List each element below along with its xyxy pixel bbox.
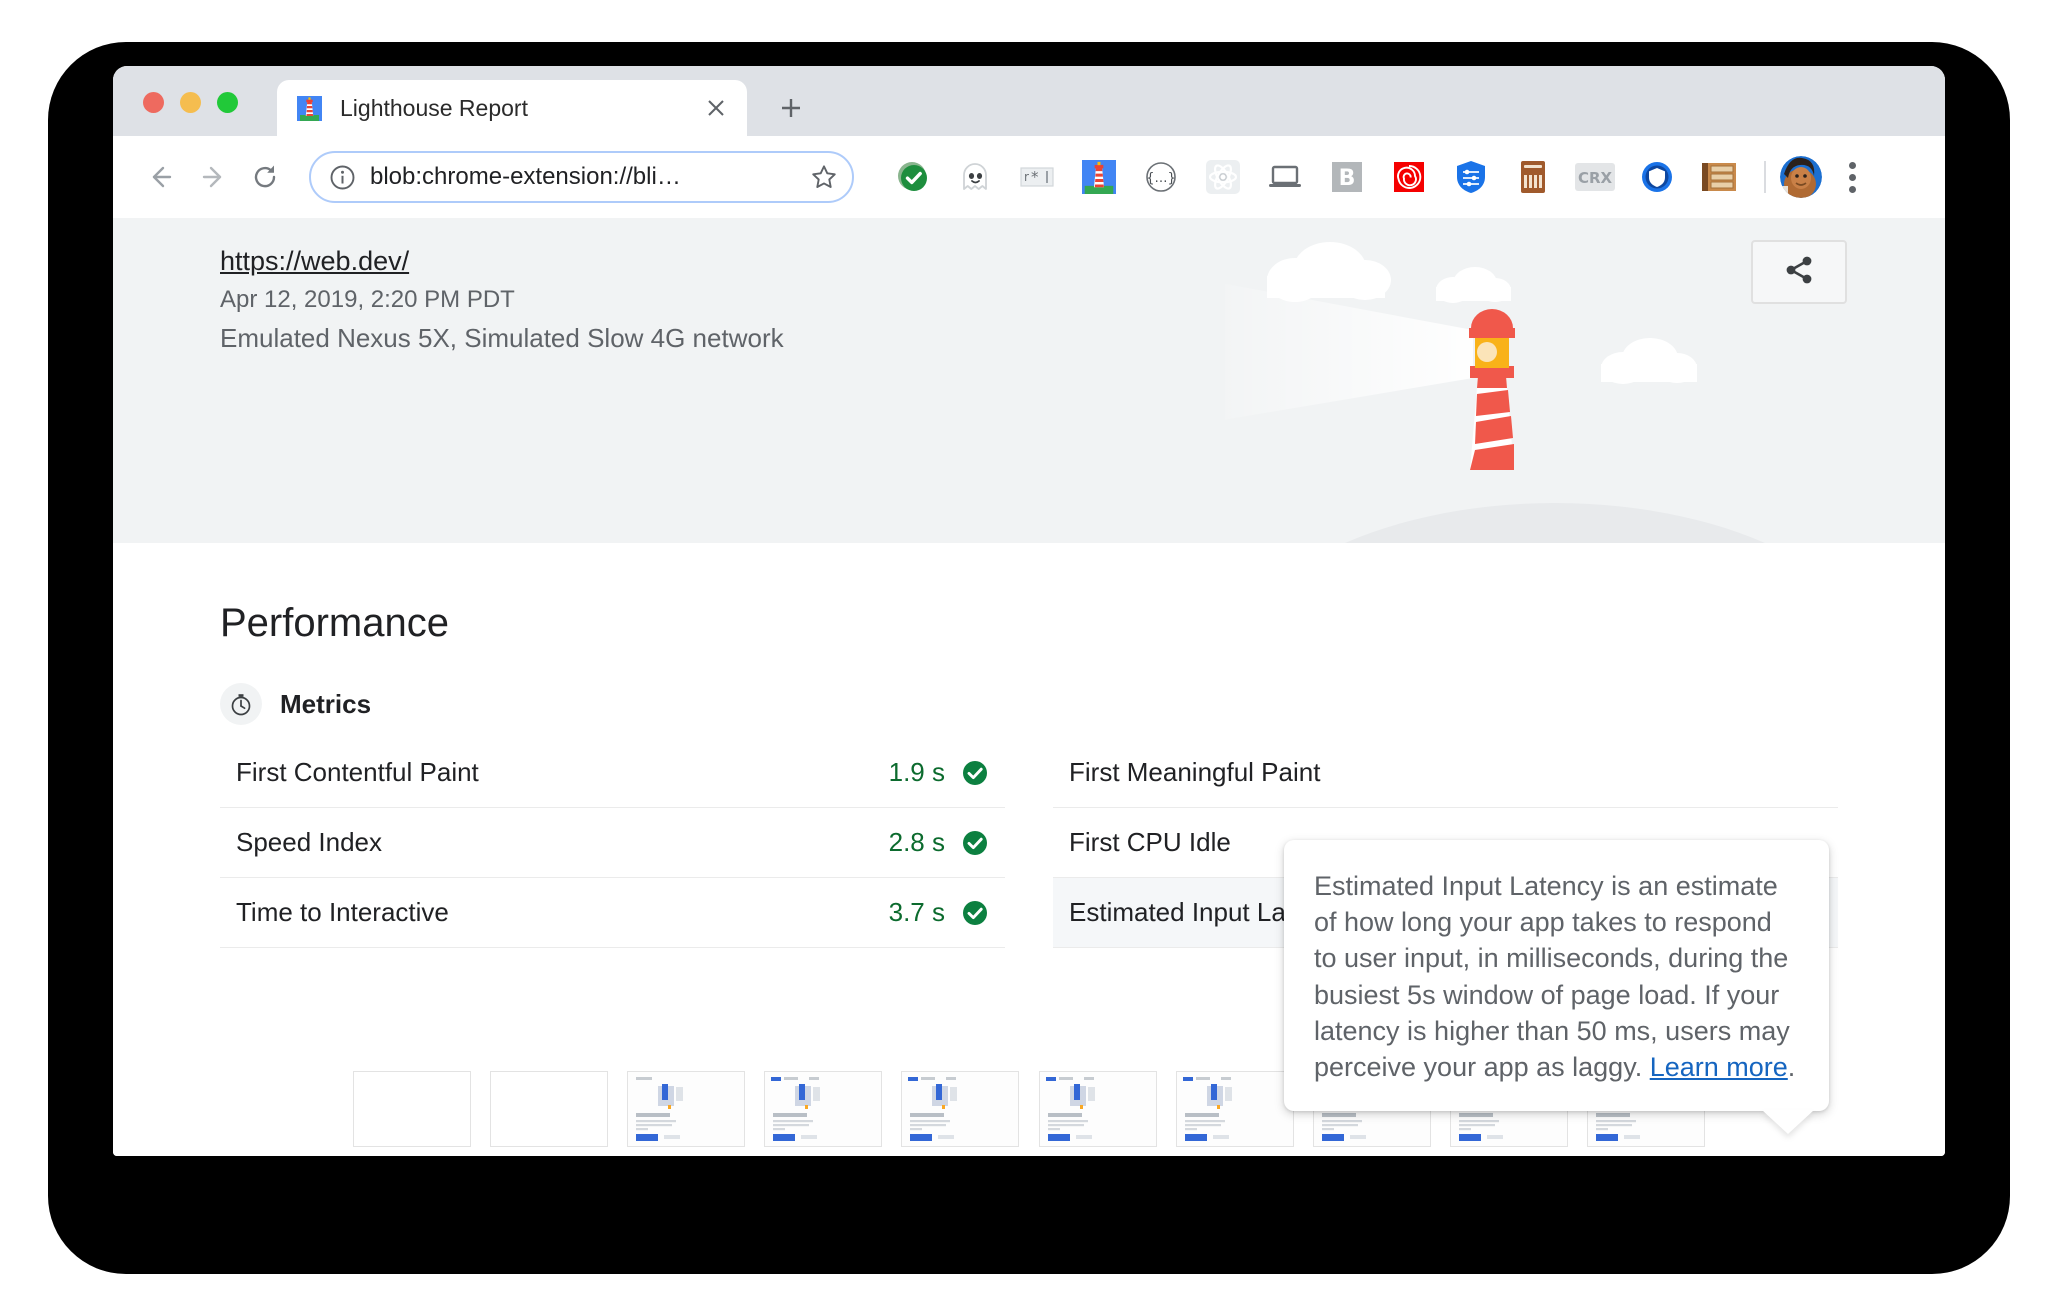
metrics-label: Metrics: [280, 688, 372, 719]
filmstrip-thumbnail[interactable]: [627, 1071, 746, 1147]
browser-toolbar: blob:chrome-extension://bli… r * {…} B C…: [113, 136, 1945, 218]
json-viewer-icon[interactable]: {…}: [1130, 151, 1192, 203]
pass-check-icon: [961, 759, 989, 787]
metric-label: Time to Interactive: [236, 897, 449, 927]
metric-label: Speed Index: [236, 827, 383, 857]
screencast-laptop-icon[interactable]: [1254, 151, 1316, 203]
password-field-icon[interactable]: r *: [1006, 151, 1068, 203]
metric-value: 2.8 s: [888, 827, 945, 857]
metrics-column-left: First Contentful Paint 1.9 s Speed Index…: [220, 738, 1005, 948]
star-icon[interactable]: [810, 163, 838, 191]
close-icon[interactable]: [703, 95, 729, 121]
back-button[interactable]: [135, 151, 187, 203]
report-body: Performance Metrics First Contentful Pai…: [113, 543, 1945, 1147]
report-environment: Emulated Nexus 5X, Simulated Slow 4G net…: [220, 323, 784, 353]
tab-strip: Lighthouse Report: [113, 66, 1945, 136]
share-button[interactable]: [1751, 240, 1847, 304]
lighthouse-extension-icon[interactable]: [1068, 151, 1130, 203]
report-meta: https://web.dev/ Apr 12, 2019, 2:20 PM P…: [220, 246, 784, 354]
metric-label: First Meaningful Paint: [1069, 757, 1321, 787]
metrics-heading: Metrics: [220, 683, 371, 725]
window-traffic-lights: [143, 92, 238, 113]
url-text[interactable]: blob:chrome-extension://bli…: [370, 163, 802, 191]
react-devtools-icon[interactable]: [1192, 151, 1254, 203]
reload-button[interactable]: [239, 151, 291, 203]
stopwatch-icon: [220, 683, 262, 725]
report-url-link[interactable]: https://web.dev/: [220, 246, 784, 277]
filmstrip-thumbnail[interactable]: [490, 1071, 609, 1147]
metric-row-speed-index[interactable]: Speed Index 2.8 s: [220, 808, 1005, 878]
blue-shield-sliders-icon[interactable]: [1440, 151, 1502, 203]
pass-check-icon: [961, 829, 989, 857]
profile-avatar[interactable]: [1780, 156, 1822, 198]
metric-label: First Contentful Paint: [236, 757, 479, 787]
forward-button[interactable]: [187, 151, 239, 203]
learn-more-link[interactable]: Learn more: [1650, 1052, 1788, 1082]
metric-row-time-to-interactive[interactable]: Time to Interactive 3.7 s: [220, 878, 1005, 948]
metric-value: 3.7 s: [888, 897, 945, 927]
svg-text:r: r: [1024, 170, 1029, 184]
red-spiral-icon[interactable]: [1378, 151, 1440, 203]
browser-window: Lighthouse Report blob:chrome-extension:…: [113, 66, 1945, 1156]
lighthouse-report-page: https://web.dev/ Apr 12, 2019, 2:20 PM P…: [113, 218, 1945, 1156]
metric-row-first-meaningful-paint[interactable]: First Meaningful Paint: [1053, 738, 1838, 808]
filmstrip-thumbnail[interactable]: [353, 1071, 471, 1147]
filmstrip-thumbnail[interactable]: [1038, 1071, 1157, 1147]
filmstrip-thumbnail[interactable]: [764, 1071, 883, 1147]
tooltip-description: Estimated Input Latency is an estimate o…: [1314, 871, 1790, 1082]
crx-icon[interactable]: CRX: [1564, 151, 1626, 203]
report-timestamp: Apr 12, 2019, 2:20 PM PDT: [220, 286, 515, 313]
blue-globe-shield-icon[interactable]: [1626, 151, 1688, 203]
tooltip-pointer: [1762, 1110, 1814, 1135]
svg-text:*: *: [1031, 168, 1039, 186]
page-title: Performance: [220, 601, 449, 645]
share-icon: [1782, 253, 1816, 292]
ghost-icon[interactable]: [944, 151, 1006, 203]
filmstrip-thumbnail[interactable]: [901, 1071, 1020, 1147]
toolbar-divider: [1764, 161, 1766, 193]
filmstrip-thumbnail[interactable]: [1175, 1071, 1294, 1147]
svg-text:CRX: CRX: [1578, 169, 1613, 187]
tab-title: Lighthouse Report: [340, 94, 528, 121]
filing-cabinet-icon[interactable]: [1688, 151, 1750, 203]
metric-row-first-contentful-paint[interactable]: First Contentful Paint 1.9 s: [220, 738, 1005, 808]
report-header: https://web.dev/ Apr 12, 2019, 2:20 PM P…: [113, 218, 1945, 543]
extension-icons: r * {…} B CRX: [882, 151, 1923, 203]
new-tab-button[interactable]: [769, 86, 813, 130]
metric-value: 1.9 s: [888, 757, 945, 787]
info-circle-icon[interactable]: [329, 164, 356, 191]
browser-tab-lighthouse-report[interactable]: Lighthouse Report: [277, 80, 747, 136]
metric-tooltip: Estimated Input Latency is an estimate o…: [1284, 840, 1829, 1135]
pass-check-icon: [961, 899, 989, 927]
bitly-b-icon[interactable]: B: [1316, 151, 1378, 203]
svg-text:{…}: {…}: [1146, 171, 1176, 186]
brown-book-icon[interactable]: [1502, 151, 1564, 203]
green-check-badge-icon[interactable]: [882, 151, 944, 203]
address-bar[interactable]: blob:chrome-extension://bli…: [309, 151, 854, 203]
maximize-window-button[interactable]: [217, 92, 238, 113]
svg-text:B: B: [1339, 166, 1356, 191]
lighthouse-favicon: [297, 95, 322, 121]
tooltip-body: Estimated Input Latency is an estimate o…: [1314, 868, 1799, 1085]
kebab-menu-icon[interactable]: [1830, 151, 1874, 203]
close-window-button[interactable]: [143, 92, 164, 113]
minimize-window-button[interactable]: [180, 92, 201, 113]
tooltip-period: .: [1787, 1051, 1796, 1082]
